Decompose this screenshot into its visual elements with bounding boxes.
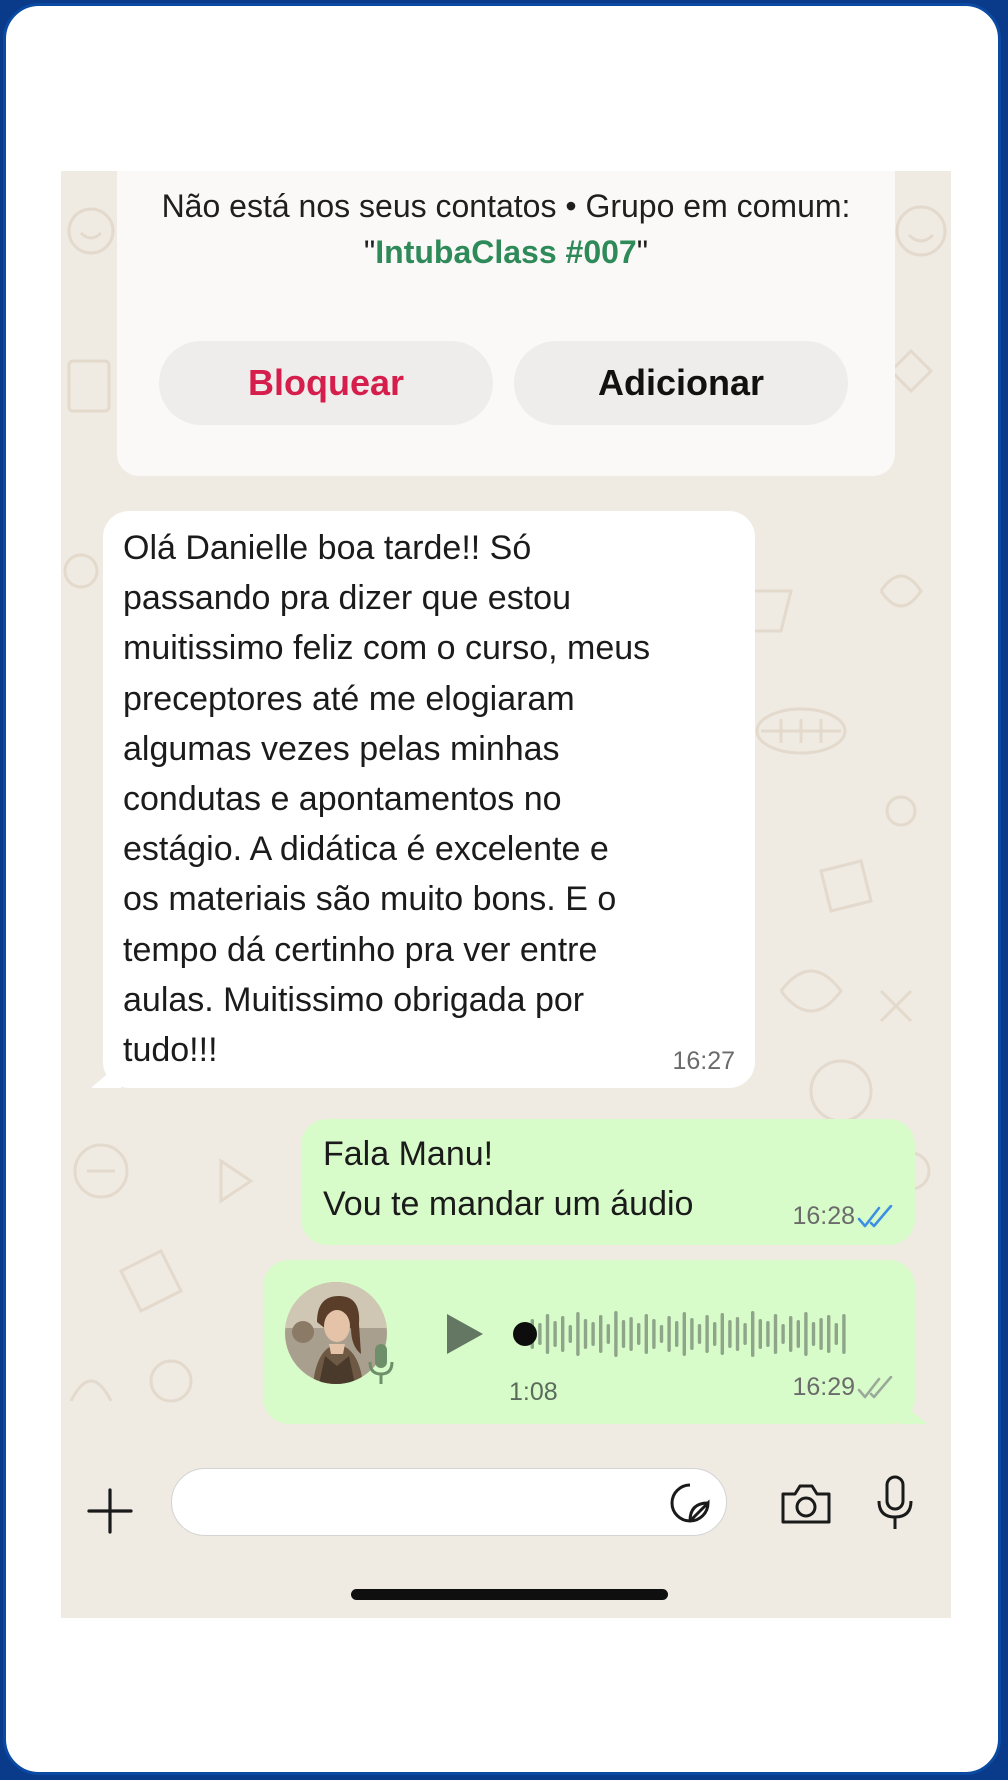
waveform-bar bbox=[682, 1312, 686, 1356]
home-indicator bbox=[351, 1589, 668, 1600]
waveform-bar bbox=[591, 1322, 595, 1346]
waveform-bar bbox=[568, 1325, 572, 1343]
contact-notice-suffix: " bbox=[636, 234, 649, 270]
add-contact-button[interactable]: Adicionar bbox=[514, 341, 848, 425]
waveform-bar bbox=[811, 1322, 816, 1346]
read-double-check-icon bbox=[857, 1205, 893, 1228]
waveform-bar bbox=[614, 1311, 618, 1357]
waveform-bar bbox=[804, 1312, 808, 1356]
waveform-bar bbox=[561, 1316, 565, 1352]
message-time: 16:27 bbox=[672, 1047, 735, 1075]
waveform-bar bbox=[675, 1321, 679, 1347]
waveform-bar bbox=[827, 1315, 831, 1353]
message-time: 16:28 bbox=[792, 1202, 855, 1230]
waveform-bar bbox=[773, 1314, 778, 1354]
play-icon[interactable] bbox=[443, 1310, 487, 1358]
camera-icon[interactable] bbox=[779, 1482, 833, 1526]
waveform-bar bbox=[842, 1314, 846, 1354]
message-text: Olá Danielle boa tarde!! Só passando pra… bbox=[123, 529, 651, 1070]
waveform-bar bbox=[819, 1318, 823, 1350]
plus-icon[interactable] bbox=[87, 1488, 133, 1534]
waveform-bar bbox=[713, 1322, 717, 1346]
waveform-bar bbox=[599, 1315, 603, 1353]
common-group-link[interactable]: IntubaClass #007 bbox=[375, 234, 636, 270]
waveform-bar bbox=[758, 1319, 762, 1349]
screenshot-frame: Não está nos seus contatos • Grupo em co… bbox=[3, 3, 1001, 1775]
waveform-bar bbox=[538, 1323, 542, 1345]
waveform-bar bbox=[621, 1320, 626, 1348]
waveform-bar bbox=[583, 1319, 588, 1349]
waveform-bar bbox=[751, 1311, 755, 1357]
waveform-bar bbox=[545, 1314, 550, 1354]
block-button[interactable]: Bloquear bbox=[159, 341, 493, 425]
waveform-bar bbox=[606, 1324, 610, 1344]
waveform-bar bbox=[644, 1314, 648, 1354]
waveform-bar bbox=[796, 1320, 800, 1348]
waveform-bar bbox=[629, 1317, 633, 1351]
message-input[interactable] bbox=[171, 1468, 727, 1536]
message-time: 16:29 bbox=[792, 1373, 855, 1401]
voice-message-bubble[interactable]: 1:08 16:29 bbox=[263, 1260, 927, 1424]
playback-position-knob[interactable] bbox=[513, 1322, 537, 1346]
sticker-icon[interactable] bbox=[669, 1482, 711, 1524]
waveform-bar bbox=[659, 1325, 664, 1343]
waveform-bar bbox=[834, 1323, 838, 1345]
waveform-bar bbox=[728, 1320, 732, 1348]
voice-duration: 1:08 bbox=[509, 1378, 558, 1406]
waveform-bar bbox=[690, 1318, 694, 1350]
waveform-bar bbox=[697, 1324, 702, 1344]
waveform-bar bbox=[735, 1317, 740, 1351]
microphone-badge-icon bbox=[368, 1344, 394, 1384]
waveform-bar bbox=[766, 1321, 770, 1347]
incoming-message-bubble[interactable]: Olá Danielle boa tarde!! Só passando pra… bbox=[91, 511, 755, 1088]
audio-waveform[interactable] bbox=[513, 1306, 863, 1362]
message-text: Fala Manu! Vou te mandar um áudio bbox=[323, 1135, 694, 1223]
microphone-icon[interactable] bbox=[876, 1475, 914, 1531]
outgoing-message-bubble[interactable]: Fala Manu! Vou te mandar um áudio 16:28 bbox=[301, 1119, 915, 1245]
waveform-bar bbox=[743, 1323, 747, 1345]
chat-area: Não está nos seus contatos • Grupo em co… bbox=[61, 171, 951, 1618]
waveform-bar bbox=[789, 1316, 793, 1352]
waveform-bar bbox=[576, 1312, 580, 1356]
waveform-bar bbox=[652, 1319, 656, 1349]
waveform-bar bbox=[637, 1323, 641, 1345]
waveform-bar bbox=[720, 1313, 724, 1355]
waveform-bar bbox=[667, 1316, 671, 1352]
waveform-bar bbox=[781, 1324, 785, 1344]
delivered-double-check-icon bbox=[857, 1376, 893, 1399]
contact-info-card: Não está nos seus contatos • Grupo em co… bbox=[117, 171, 895, 476]
waveform-bar bbox=[705, 1315, 709, 1353]
waveform-bar bbox=[553, 1321, 557, 1347]
contact-notice: Não está nos seus contatos • Grupo em co… bbox=[117, 183, 895, 275]
